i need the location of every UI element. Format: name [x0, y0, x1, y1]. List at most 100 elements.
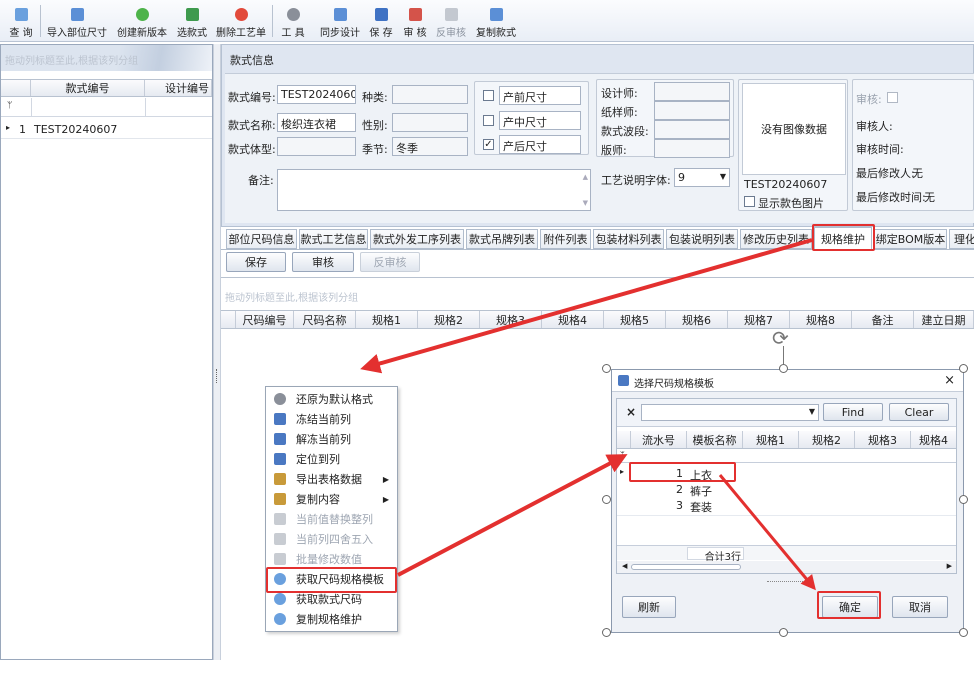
table-row[interactable]: ▸ 1 TEST20240607: [1, 120, 212, 139]
clear-button[interactable]: Clear: [889, 403, 949, 421]
audit-button[interactable]: 审核: [292, 252, 354, 272]
import-size-button[interactable]: 导入部位尺寸: [45, 3, 109, 39]
table-row[interactable]: 3 套装: [617, 497, 956, 514]
column-spec-6[interactable]: 规格6: [666, 311, 728, 328]
scroll-right-icon[interactable]: ▶: [947, 562, 952, 570]
cancel-button[interactable]: 取消: [892, 596, 948, 618]
note-textarea[interactable]: ▲ ▼: [277, 169, 591, 211]
style-image[interactable]: 没有图像数据: [742, 83, 846, 175]
type-field[interactable]: [392, 85, 468, 104]
tab-part-size[interactable]: 部位尺码信息: [226, 229, 297, 249]
menu-item-unfreeze-column[interactable]: 解冻当前列: [266, 429, 397, 449]
wave-field[interactable]: [654, 120, 730, 139]
rotate-handle-icon[interactable]: ⟳: [772, 326, 789, 350]
tab-packaging-notes[interactable]: 包装说明列表: [666, 229, 738, 249]
unaudit-toolbar-button[interactable]: 反审核: [434, 3, 468, 39]
dialog-splitter[interactable]: [767, 581, 807, 584]
pattern-maker-field[interactable]: [654, 101, 730, 120]
pre-size-checkbox[interactable]: [483, 90, 494, 101]
column-spec-1[interactable]: 规格1: [356, 311, 418, 328]
column-spec-5[interactable]: 规格5: [604, 311, 666, 328]
resize-handle[interactable]: [602, 495, 611, 504]
column-remark[interactable]: 备注: [852, 311, 914, 328]
scroll-thumb[interactable]: [631, 564, 741, 570]
tab-outsourcing[interactable]: 款式外发工序列表: [370, 229, 464, 249]
query-button[interactable]: 查 询: [6, 3, 36, 39]
find-button[interactable]: Find: [823, 403, 883, 421]
resize-handle[interactable]: [779, 364, 788, 373]
post-size-checkbox[interactable]: ✓: [483, 139, 494, 150]
refresh-button[interactable]: 刷新: [622, 596, 676, 618]
style-name-field[interactable]: 梭织连衣裙: [277, 113, 356, 132]
column-size-code[interactable]: 尺码编号: [236, 311, 294, 328]
table-row[interactable]: 2 裤子: [617, 481, 956, 498]
close-icon[interactable]: ×: [944, 373, 955, 388]
style-code-field[interactable]: TEST20240607: [277, 85, 356, 104]
tab-style-process[interactable]: 款式工艺信息: [299, 229, 368, 249]
menu-item-round-column[interactable]: 当前列四舍五入: [266, 529, 397, 549]
create-version-button[interactable]: 创建新版本: [114, 3, 170, 39]
column-spec-3[interactable]: 规格3: [480, 311, 542, 328]
column-spec-4[interactable]: 规格4: [542, 311, 604, 328]
clear-filter-icon[interactable]: ×: [626, 405, 636, 419]
menu-item-freeze-column[interactable]: 冻结当前列: [266, 409, 397, 429]
menu-item-copy-spec[interactable]: 复制规格维护: [266, 609, 397, 629]
column-spec-8[interactable]: 规格8: [790, 311, 852, 328]
tab-physchem[interactable]: 理化: [949, 229, 974, 249]
column-size-name[interactable]: 尺码名称: [294, 311, 356, 328]
menu-item-export-data[interactable]: 导出表格数据 ▶: [266, 469, 397, 489]
resize-handle[interactable]: [602, 364, 611, 373]
designer-field[interactable]: [654, 82, 730, 101]
delete-process-button[interactable]: 删除工艺单: [214, 3, 268, 39]
column-style-code[interactable]: 款式编号: [31, 80, 145, 96]
tab-bom-version[interactable]: 绑定BOM版本: [874, 229, 947, 249]
tools-button[interactable]: 工 具: [277, 3, 309, 39]
menu-item-replace-column[interactable]: 当前值替换整列: [266, 509, 397, 529]
column-spec-1[interactable]: 规格1: [743, 431, 799, 448]
resize-handle[interactable]: [959, 628, 968, 637]
gender-field[interactable]: [392, 113, 468, 132]
menu-item-locate-column[interactable]: 定位到列: [266, 449, 397, 469]
scroll-up-icon[interactable]: ▲: [583, 173, 588, 181]
save-button[interactable]: 保存: [226, 252, 286, 272]
plate-maker-field[interactable]: [654, 139, 730, 158]
tab-history[interactable]: 修改历史列表: [740, 229, 812, 249]
column-spec-3[interactable]: 规格3: [855, 431, 911, 448]
copy-style-button[interactable]: 复制款式: [473, 3, 519, 39]
horizontal-scrollbar[interactable]: ◀ ▶: [617, 561, 956, 573]
audit-toolbar-button[interactable]: 审 核: [400, 3, 430, 39]
tab-hangtag[interactable]: 款式吊牌列表: [466, 229, 538, 249]
spec-group-hint: 拖动列标题至此,根据该列分组: [225, 293, 359, 304]
column-spec-4[interactable]: 规格4: [911, 431, 956, 448]
column-spec-2[interactable]: 规格2: [799, 431, 855, 448]
unaudit-button[interactable]: 反审核: [360, 252, 420, 272]
scroll-down-icon[interactable]: ▼: [583, 199, 588, 207]
resize-handle[interactable]: [959, 495, 968, 504]
select-style-button[interactable]: 选款式: [174, 3, 210, 39]
audit-checkbox[interactable]: [887, 92, 898, 103]
season-field[interactable]: 冬季: [392, 137, 468, 156]
mid-size-checkbox[interactable]: [483, 115, 494, 126]
save-toolbar-button[interactable]: 保 存: [366, 3, 396, 39]
scroll-left-icon[interactable]: ◀: [622, 562, 627, 570]
column-spec-2[interactable]: 规格2: [418, 311, 480, 328]
menu-item-restore-default[interactable]: 还原为默认格式: [266, 389, 397, 409]
menu-item-copy-content[interactable]: 复制内容 ▶: [266, 489, 397, 509]
find-input[interactable]: ▼: [641, 404, 819, 421]
resize-handle[interactable]: [602, 628, 611, 637]
sync-design-button[interactable]: 同步设计: [319, 3, 361, 39]
font-size-select[interactable]: 9 ▼: [674, 168, 730, 187]
column-create-date[interactable]: 建立日期: [914, 311, 974, 328]
resize-handle[interactable]: [959, 364, 968, 373]
menu-item-batch-edit[interactable]: 批量修改数值: [266, 549, 397, 569]
grid-footer: 合计3行: [617, 545, 956, 563]
column-serial-no[interactable]: 流水号: [631, 431, 687, 448]
panel-splitter[interactable]: [213, 44, 221, 660]
tab-packaging-material[interactable]: 包装材料列表: [593, 229, 664, 249]
body-type-field[interactable]: [277, 137, 356, 156]
tab-attachments[interactable]: 附件列表: [540, 229, 591, 249]
column-template-name[interactable]: 模板名称: [687, 431, 743, 448]
show-color-image-checkbox[interactable]: [744, 196, 755, 207]
column-design-code[interactable]: 设计编号: [145, 80, 212, 96]
resize-handle[interactable]: [779, 628, 788, 637]
